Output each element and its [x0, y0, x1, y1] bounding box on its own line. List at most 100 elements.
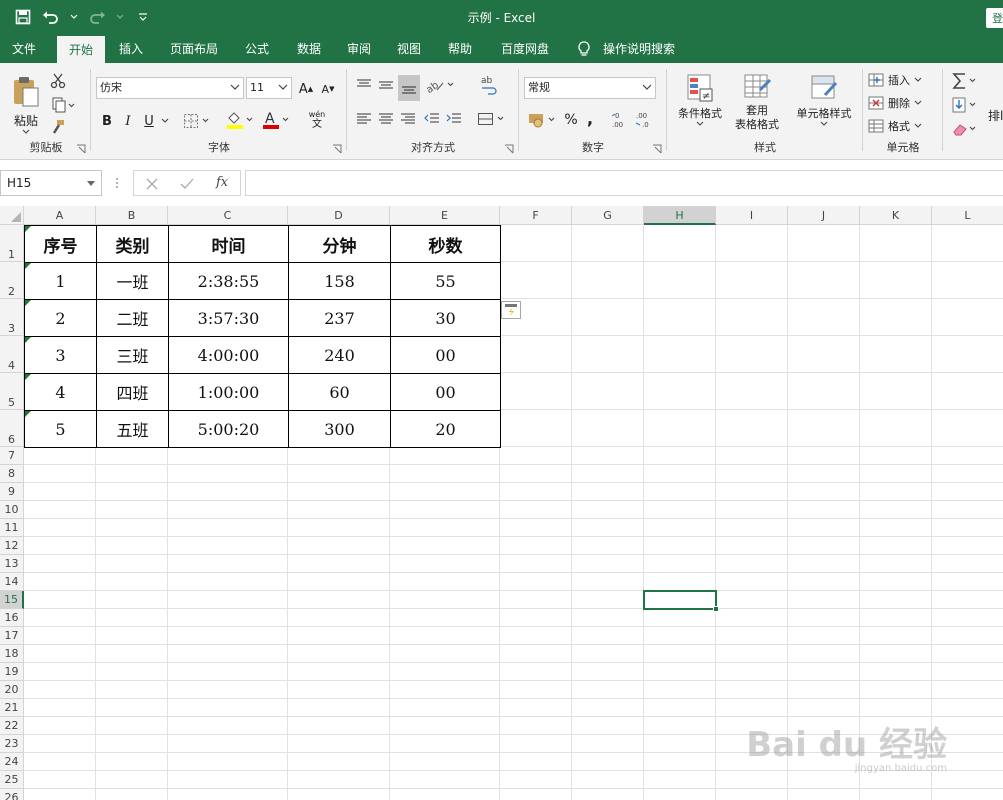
- cell[interactable]: [932, 627, 1003, 645]
- select-all-button[interactable]: [0, 206, 24, 225]
- cell[interactable]: [644, 735, 716, 753]
- cell[interactable]: [24, 789, 96, 800]
- cell[interactable]: [96, 627, 168, 645]
- cell[interactable]: [96, 465, 168, 483]
- cell[interactable]: [932, 299, 1003, 336]
- table-cell[interactable]: 60: [288, 373, 391, 411]
- cell[interactable]: [572, 555, 644, 573]
- cell[interactable]: [168, 645, 288, 663]
- cell[interactable]: [96, 501, 168, 519]
- table-cell[interactable]: 二班: [96, 299, 169, 337]
- cell[interactable]: [390, 447, 500, 465]
- column-header-i[interactable]: I: [716, 206, 788, 225]
- cell[interactable]: [572, 753, 644, 771]
- align-right-button[interactable]: [398, 109, 418, 129]
- cell[interactable]: [500, 501, 572, 519]
- cell[interactable]: [288, 573, 390, 591]
- cell[interactable]: [96, 699, 168, 717]
- cell[interactable]: [500, 591, 572, 609]
- cell[interactable]: [500, 483, 572, 501]
- cell[interactable]: [500, 537, 572, 555]
- row-header-10[interactable]: 10: [0, 501, 24, 519]
- cell[interactable]: [788, 573, 860, 591]
- fill-color-button[interactable]: [224, 109, 256, 131]
- table-header-cell[interactable]: 时间: [168, 225, 289, 263]
- cell[interactable]: [500, 609, 572, 627]
- table-cell[interactable]: 一班: [96, 262, 169, 300]
- cell[interactable]: [500, 262, 572, 299]
- grow-font-button[interactable]: A ▲: [296, 79, 316, 99]
- cell[interactable]: [644, 483, 716, 501]
- row-header-1[interactable]: 1: [0, 225, 24, 262]
- cell[interactable]: [500, 519, 572, 537]
- table-cell[interactable]: 1:00:00: [168, 373, 289, 411]
- underline-button[interactable]: U: [140, 111, 158, 131]
- table-cell[interactable]: 300: [288, 410, 391, 448]
- table-cell[interactable]: 237: [288, 299, 391, 337]
- column-header-j[interactable]: J: [788, 206, 860, 225]
- cell[interactable]: [96, 519, 168, 537]
- percent-button[interactable]: %: [562, 109, 580, 131]
- table-cell[interactable]: 3: [24, 336, 97, 374]
- row-header-4[interactable]: 4: [0, 336, 24, 373]
- cell[interactable]: [390, 663, 500, 681]
- cell[interactable]: [644, 789, 716, 800]
- cell[interactable]: [788, 645, 860, 663]
- cell[interactable]: [932, 645, 1003, 663]
- cell[interactable]: [96, 735, 168, 753]
- cell[interactable]: [860, 663, 932, 681]
- table-cell[interactable]: 2:38:55: [168, 262, 289, 300]
- row-header-17[interactable]: 17: [0, 627, 24, 645]
- cell[interactable]: [288, 519, 390, 537]
- cell[interactable]: [932, 699, 1003, 717]
- cell[interactable]: [860, 591, 932, 609]
- cell[interactable]: [788, 591, 860, 609]
- format-painter-button[interactable]: [48, 117, 68, 137]
- sort-filter-label[interactable]: 排l: [988, 107, 1003, 124]
- cell[interactable]: [788, 627, 860, 645]
- cell[interactable]: [860, 447, 932, 465]
- row-header-8[interactable]: 8: [0, 465, 24, 483]
- table-cell[interactable]: 4: [24, 373, 97, 411]
- row-header-2[interactable]: 2: [0, 262, 24, 299]
- cell[interactable]: [500, 717, 572, 735]
- cell[interactable]: [500, 555, 572, 573]
- cell[interactable]: [788, 410, 860, 447]
- cell[interactable]: [24, 645, 96, 663]
- cell[interactable]: [288, 699, 390, 717]
- tab-data[interactable]: 数据: [286, 35, 332, 63]
- cell[interactable]: [24, 627, 96, 645]
- cell[interactable]: [96, 663, 168, 681]
- cell[interactable]: [288, 447, 390, 465]
- cell[interactable]: [390, 771, 500, 789]
- cell[interactable]: [24, 591, 96, 609]
- cell[interactable]: [716, 465, 788, 483]
- cell[interactable]: [500, 373, 572, 410]
- cell[interactable]: [788, 447, 860, 465]
- cell[interactable]: [288, 609, 390, 627]
- cell[interactable]: [644, 609, 716, 627]
- cell[interactable]: [932, 609, 1003, 627]
- cell[interactable]: [24, 771, 96, 789]
- column-header-c[interactable]: C: [168, 206, 288, 225]
- table-header-cell[interactable]: 序号: [24, 225, 97, 263]
- cell[interactable]: [500, 573, 572, 591]
- cell[interactable]: [500, 681, 572, 699]
- cell[interactable]: [644, 555, 716, 573]
- cell[interactable]: [932, 519, 1003, 537]
- formula-input[interactable]: [245, 170, 1003, 196]
- cell[interactable]: [572, 373, 644, 410]
- cell[interactable]: [572, 699, 644, 717]
- cell[interactable]: [788, 681, 860, 699]
- cell[interactable]: [168, 519, 288, 537]
- borders-button[interactable]: [182, 111, 212, 131]
- shrink-font-button[interactable]: A ▼: [318, 79, 338, 99]
- cell[interactable]: [288, 591, 390, 609]
- cell[interactable]: [24, 447, 96, 465]
- align-middle-button[interactable]: [376, 75, 396, 95]
- cell[interactable]: [644, 299, 716, 336]
- cell[interactable]: [932, 555, 1003, 573]
- cell[interactable]: [644, 573, 716, 591]
- cell[interactable]: [572, 447, 644, 465]
- cell[interactable]: [168, 609, 288, 627]
